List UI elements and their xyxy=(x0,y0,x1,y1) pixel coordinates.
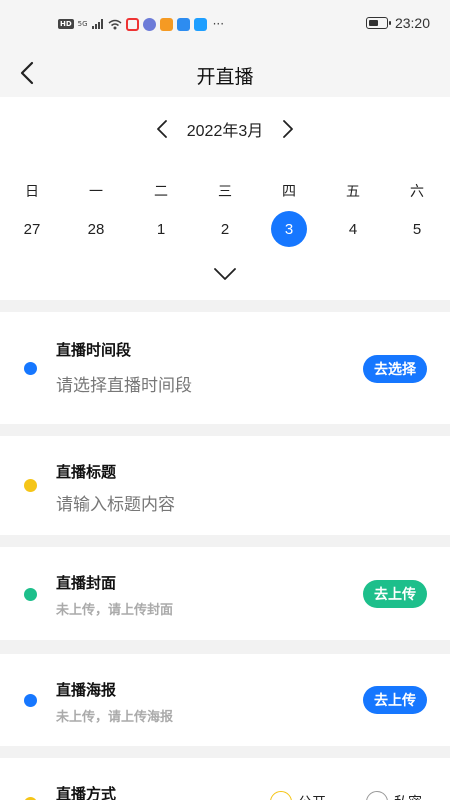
card-title: 直播时间段 xyxy=(56,341,132,359)
live-mode-card: 直播方式 公开 私密 xyxy=(0,758,450,800)
day-number: 4 xyxy=(348,220,358,238)
upload-poster-button[interactable]: 去上传 xyxy=(363,686,427,714)
calendar: 2022年3月 日 一 二 三 四 五 六 27 28 1 2 3 4 5 xyxy=(0,97,450,300)
day-number: 27 xyxy=(23,220,41,238)
status-bar: HD 5G ··· 23:20 xyxy=(0,0,450,50)
calendar-day[interactable]: 28 xyxy=(76,211,116,247)
day-number: 28 xyxy=(87,220,105,238)
radio-icon xyxy=(270,791,292,800)
cover-status: 未上传，请上传封面 xyxy=(56,603,174,618)
prev-month-button[interactable] xyxy=(151,118,173,140)
title-input[interactable]: 请输入标题内容 xyxy=(56,490,175,515)
calendar-day-selected[interactable]: 3 xyxy=(269,211,309,247)
music-app-icon xyxy=(142,17,156,31)
more-notifications-icon: ··· xyxy=(212,17,225,31)
cover-card: 直播封面 未上传，请上传封面 去上传 xyxy=(0,547,450,640)
day-number: 2 xyxy=(220,220,230,238)
card-title: 直播方式 xyxy=(56,785,117,800)
next-month-button[interactable] xyxy=(277,118,299,140)
blue-dot-icon xyxy=(24,694,37,707)
time-slot-card[interactable]: 直播时间段 请选择直播时间段 去选择 xyxy=(0,312,450,424)
chevron-left-icon xyxy=(156,120,167,138)
clock: 23:20 xyxy=(394,15,430,31)
chevron-right-icon xyxy=(283,120,294,138)
browser-app-icon xyxy=(193,17,207,31)
page-title: 开直播 xyxy=(196,66,254,88)
radio-label: 私密 xyxy=(394,792,422,800)
cloud-app-icon xyxy=(176,17,190,31)
calendar-day[interactable]: 5 xyxy=(397,211,437,247)
radio-icon xyxy=(366,791,388,800)
mode-option-private[interactable]: 私密 xyxy=(366,791,422,800)
month-label: 2022年3月 xyxy=(186,123,264,140)
upload-cover-button[interactable]: 去上传 xyxy=(363,580,427,608)
radio-label: 公开 xyxy=(298,792,326,800)
status-icons: HD 5G ··· xyxy=(58,17,224,31)
nav-bar: 开直播 xyxy=(0,50,450,97)
signal-icon xyxy=(91,19,103,29)
card-title: 直播标题 xyxy=(56,463,117,481)
month-switcher: 2022年3月 xyxy=(0,117,450,141)
day-number: 3 xyxy=(271,211,307,247)
weekday-label: 五 xyxy=(346,183,360,199)
calendar-day[interactable]: 4 xyxy=(333,211,373,247)
calendar-day[interactable]: 27 xyxy=(12,211,52,247)
weekday-label: 二 xyxy=(154,183,168,199)
card-title: 直播海报 xyxy=(56,681,117,699)
weekday-label: 三 xyxy=(218,183,232,199)
weekday-label: 日 xyxy=(25,183,39,199)
video-app-icon xyxy=(159,17,173,31)
signal-5g-label: 5G xyxy=(77,20,88,28)
weekday-label: 六 xyxy=(410,183,424,199)
weekday-label: 四 xyxy=(282,183,296,199)
green-dot-icon xyxy=(24,588,37,601)
weekday-label: 一 xyxy=(89,183,103,199)
poster-status: 未上传，请上传海报 xyxy=(56,710,174,725)
battery-icon xyxy=(365,17,391,29)
day-number: 1 xyxy=(156,220,166,238)
wifi-icon xyxy=(108,19,122,29)
expand-calendar-button[interactable] xyxy=(213,265,237,283)
status-right: 23:20 xyxy=(365,15,430,31)
blue-dot-icon xyxy=(24,362,37,375)
yellow-dot-icon xyxy=(24,479,37,492)
app-notification-icon xyxy=(125,17,139,31)
live-title-card: 直播标题 请输入标题内容 xyxy=(0,436,450,535)
day-number: 5 xyxy=(412,220,422,238)
calendar-day[interactable]: 1 xyxy=(141,211,181,247)
chevron-down-icon xyxy=(214,268,236,280)
time-slot-placeholder[interactable]: 请选择直播时间段 xyxy=(56,371,192,396)
card-title: 直播封面 xyxy=(56,574,117,592)
calendar-day[interactable]: 2 xyxy=(205,211,245,247)
hd-badge: HD xyxy=(58,19,74,29)
poster-card: 直播海报 未上传，请上传海报 去上传 xyxy=(0,654,450,746)
select-time-button[interactable]: 去选择 xyxy=(363,355,427,383)
mode-option-public[interactable]: 公开 xyxy=(270,791,326,800)
